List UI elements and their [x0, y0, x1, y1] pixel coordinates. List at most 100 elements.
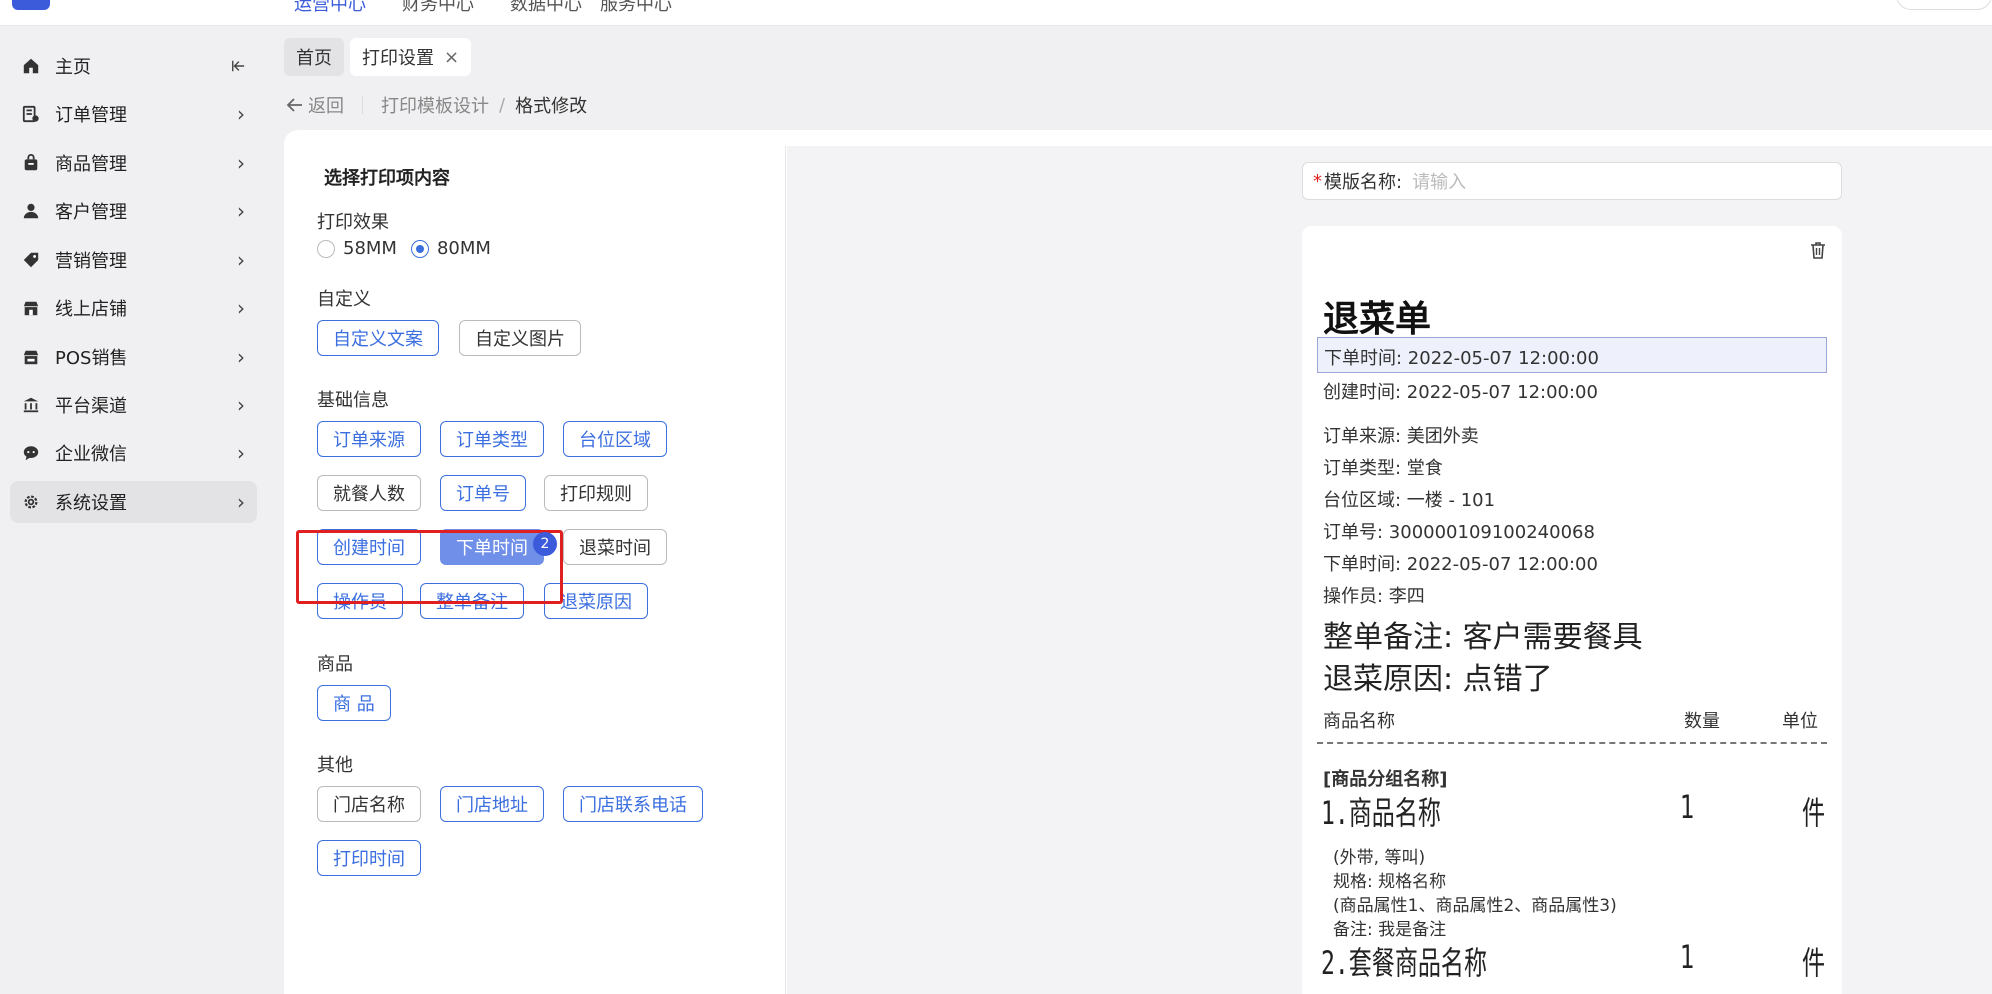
- print-items-panel: 选择打印项内容 打印效果 58MM 80MM 自定义 自定义文案 自定义图片 基…: [284, 146, 786, 994]
- selection-count-badge: 2: [533, 532, 557, 556]
- goods-detail: (商品属性1、商品属性2、商品属性3): [1333, 896, 1617, 916]
- top-nav-item[interactable]: 数据中心: [510, 0, 582, 16]
- chevron-right-icon: ›: [237, 296, 245, 320]
- sidebar-item-pos[interactable]: POS销售 ›: [10, 336, 257, 378]
- sidebar-item-label: 企业微信: [55, 444, 127, 465]
- breadcrumb-separator: /: [499, 94, 506, 116]
- chip-goods[interactable]: 商 品: [317, 685, 391, 721]
- radio-label: 80MM: [436, 238, 491, 259]
- sidebar-item-goods[interactable]: 商品管理 ›: [10, 142, 257, 184]
- user-icon: [22, 202, 40, 220]
- chip-order-source[interactable]: 订单来源: [317, 421, 421, 457]
- goods-item-unit: 件: [1802, 794, 1826, 832]
- sidebar-item-customers[interactable]: 客户管理 ›: [10, 190, 257, 232]
- sidebar-item-online-store[interactable]: 线上店铺 ›: [10, 287, 257, 329]
- page-tabs: 首页 打印设置 ×: [284, 38, 472, 76]
- chip-order-type[interactable]: 订单类型: [440, 421, 544, 457]
- chip-order-number[interactable]: 订单号: [440, 475, 526, 511]
- chevron-right-icon: ›: [237, 102, 245, 126]
- collapse-sidebar-icon[interactable]: [231, 56, 245, 76]
- other-section-label: 其他: [317, 755, 353, 776]
- goods-detail: 规格: 规格名称: [1333, 872, 1447, 892]
- sidebar-item-label: 客户管理: [55, 202, 127, 223]
- goods-item-qty: 1: [1680, 788, 1695, 826]
- chip-store-address[interactable]: 门店地址: [440, 786, 544, 822]
- chip-print-time[interactable]: 打印时间: [317, 840, 421, 876]
- top-nav-item[interactable]: 财务中心: [402, 0, 474, 16]
- chip-table-area[interactable]: 台位区域: [563, 421, 667, 457]
- print-effect-label: 打印效果: [317, 212, 389, 233]
- sidebar-item-settings[interactable]: 系统设置 ›: [10, 481, 257, 523]
- sidebar-item-label: 营销管理: [55, 251, 127, 272]
- pos-icon: [22, 348, 40, 366]
- chevron-right-icon: ›: [237, 345, 245, 369]
- chip-return-time[interactable]: 退菜时间: [563, 529, 667, 565]
- template-name-field[interactable]: * 模版名称: 请输入: [1302, 162, 1842, 200]
- radio-circle[interactable]: [317, 239, 335, 258]
- order-icon: [22, 105, 40, 123]
- top-nav-item[interactable]: 服务中心: [600, 0, 672, 16]
- receipt-preview: 退菜单 下单时间: 2022-05-07 12:00:00 创建时间: 2022…: [1302, 226, 1842, 994]
- receipt-line: 下单时间: 2022-05-07 12:00:00: [1323, 554, 1598, 575]
- receipt-line: 创建时间: 2022-05-07 12:00:00: [1323, 382, 1598, 403]
- sidebar-item-label: 订单管理: [55, 105, 127, 126]
- panel-title: 选择打印项内容: [324, 168, 450, 189]
- home-icon: [22, 57, 40, 75]
- receipt-line: 退菜原因: 点错了: [1323, 662, 1553, 697]
- chip-custom-text[interactable]: 自定义文案: [317, 320, 439, 356]
- template-name-label: 模版名称:: [1324, 172, 1403, 193]
- goods-section-label: 商品: [317, 654, 353, 675]
- chip-diners-count[interactable]: 就餐人数: [317, 475, 421, 511]
- user-menu[interactable]: [1896, 0, 1992, 10]
- top-nav-item[interactable]: 运营中心: [294, 0, 366, 16]
- sidebar-item-label: 线上店铺: [55, 299, 127, 320]
- sidebar-item-label: 主页: [55, 57, 91, 78]
- tab-print-settings[interactable]: 打印设置 ×: [350, 38, 472, 76]
- goods-item-qty: 1: [1680, 938, 1695, 976]
- chip-store-name[interactable]: 门店名称: [317, 786, 421, 822]
- goods-item-name: 1.商品名称: [1321, 794, 1441, 832]
- gear-icon: [22, 493, 40, 511]
- chip-custom-image[interactable]: 自定义图片: [459, 320, 581, 356]
- receipt-line: 台位区域: 一楼 - 101: [1323, 490, 1496, 511]
- goods-icon: [22, 154, 40, 172]
- store-icon: [22, 299, 40, 317]
- receipt-title: 退菜单: [1323, 299, 1432, 340]
- sidebar-item-channels[interactable]: 平台渠道 ›: [10, 384, 257, 426]
- basic-info-label: 基础信息: [317, 390, 389, 411]
- bank-icon: [22, 396, 40, 414]
- template-name-input[interactable]: 请输入: [1412, 168, 1466, 194]
- chip-print-rules[interactable]: 打印规则: [544, 475, 648, 511]
- sidebar-item-label: 平台渠道: [55, 396, 127, 417]
- radio-circle-checked[interactable]: [410, 239, 429, 258]
- close-icon[interactable]: ×: [444, 47, 459, 68]
- sidebar-item-wecom[interactable]: 企业微信 ›: [10, 432, 257, 474]
- sidebar-item-home[interactable]: 主页: [10, 45, 257, 87]
- sidebar-item-orders[interactable]: 订单管理 ›: [10, 93, 257, 135]
- radio-80mm[interactable]: 80MM: [410, 238, 491, 259]
- receipt-line: 操作员: 李四: [1323, 586, 1425, 607]
- tag-icon: [22, 251, 40, 269]
- logo: [12, 0, 50, 10]
- breadcrumb-parent[interactable]: 打印模板设计: [381, 92, 489, 118]
- goods-detail: 备注: 我是备注: [1333, 920, 1447, 940]
- receipt-line: 下单时间: 2022-05-07 12:00:00: [1324, 348, 1599, 369]
- preview-panel: * 模版名称: 请输入 退菜单 下单时间: 2022-05-07 12:00:0…: [787, 146, 1992, 994]
- annotation-highlight-box: [296, 530, 563, 604]
- sidebar-item-marketing[interactable]: 营销管理 ›: [10, 239, 257, 281]
- chip-store-phone[interactable]: 门店联系电话: [563, 786, 703, 822]
- radio-58mm[interactable]: 58MM: [317, 238, 397, 259]
- back-label: 返回: [308, 96, 344, 117]
- selected-print-line[interactable]: 下单时间: 2022-05-07 12:00:00: [1317, 337, 1827, 373]
- goods-detail: (外带, 等叫): [1333, 848, 1426, 868]
- trash-icon[interactable]: [1808, 240, 1828, 260]
- tab-home[interactable]: 首页: [284, 38, 344, 76]
- receipt-line: 订单类型: 堂食: [1323, 458, 1443, 479]
- chevron-right-icon: ›: [237, 199, 245, 223]
- divider: [1317, 742, 1827, 744]
- main-panel: 选择打印项内容 打印效果 58MM 80MM 自定义 自定义文案 自定义图片 基…: [284, 130, 1992, 994]
- arrow-left-icon: [286, 98, 302, 112]
- back-button[interactable]: 返回: [286, 92, 344, 118]
- required-mark: *: [1313, 170, 1322, 192]
- top-bar: 运营中心 财务中心 数据中心 服务中心: [0, 0, 1992, 26]
